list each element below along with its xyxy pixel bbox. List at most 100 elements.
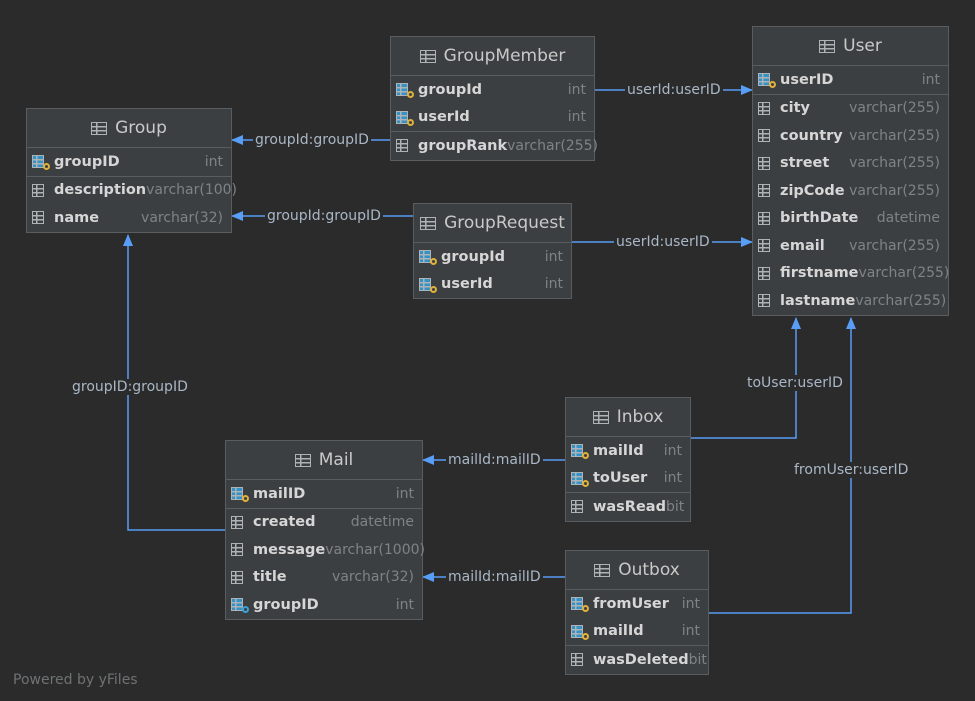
table-title: Group	[115, 118, 167, 138]
field-row-userid[interactable]: userId int	[391, 104, 594, 132]
primary-key-icon	[571, 624, 589, 640]
column-icon	[571, 652, 587, 667]
field-row-name[interactable]: name varchar(32)	[27, 204, 231, 232]
table-header[interactable]: Group	[27, 109, 231, 148]
field-name: country	[780, 127, 843, 144]
column-icon	[231, 570, 247, 585]
field-type: int	[204, 153, 223, 170]
field-row-groupid[interactable]: groupId int	[414, 243, 571, 271]
column-icon	[231, 515, 247, 530]
field-row-street[interactable]: street varchar(255)	[753, 150, 948, 178]
field-row-wasdeleted[interactable]: wasDeleted bit	[566, 646, 708, 674]
field-type: int	[544, 248, 563, 265]
field-row-mailid[interactable]: mailId int	[566, 618, 708, 646]
field-name: name	[54, 209, 100, 226]
field-row-mailid[interactable]: mailID int	[226, 480, 422, 508]
table-user[interactable]: User userID int city varchar(255) country varc…	[752, 26, 949, 316]
field-type: varchar(32)	[332, 569, 414, 586]
field-type: bit	[688, 651, 707, 668]
table-mail[interactable]: Mail mailID int created datetime message varch…	[225, 440, 425, 620]
field-type: varchar(255)	[849, 237, 940, 254]
field-name: groupId	[441, 248, 505, 265]
table-groupmember[interactable]: GroupMember groupId int userId int groupRank v…	[390, 36, 598, 161]
field-row-created[interactable]: created datetime	[226, 509, 422, 537]
field-name: zipCode	[780, 182, 845, 199]
field-row-groupid[interactable]: groupID int	[226, 591, 422, 619]
primary-key-icon	[32, 154, 50, 171]
column-icon	[758, 266, 774, 281]
primary-key-icon	[419, 249, 437, 266]
field-row-email[interactable]: email varchar(255)	[753, 232, 948, 260]
table-header[interactable]: GroupRequest	[414, 204, 571, 243]
table-header[interactable]: Inbox	[566, 398, 690, 437]
field-row-firstname[interactable]: firstname varchar(255)	[753, 260, 949, 288]
primary-key-icon	[396, 82, 414, 99]
field-row-description[interactable]: description varchar(100)	[27, 177, 237, 205]
field-name: message	[253, 541, 326, 558]
primary-key-icon	[396, 110, 414, 126]
field-row-country[interactable]: country varchar(255)	[753, 122, 948, 150]
table-outbox[interactable]: Outbox fromUser int mailId int wasDeleted bit	[565, 550, 709, 675]
table-grouprequest[interactable]: GroupRequest groupId int userId int	[413, 203, 572, 299]
table-header[interactable]: GroupMember	[391, 37, 594, 76]
foreign-key-icon	[231, 597, 249, 614]
table-title: GroupRequest	[444, 213, 565, 233]
field-row-mailid[interactable]: mailId int	[566, 437, 690, 465]
field-type: int	[567, 109, 586, 126]
table-title: Mail	[318, 450, 354, 470]
field-row-city[interactable]: city varchar(255)	[753, 95, 948, 123]
table-header[interactable]: Mail	[226, 441, 422, 480]
field-name: fromUser	[593, 595, 669, 612]
field-type: varchar(255)	[849, 182, 940, 199]
field-name: groupID	[253, 596, 319, 613]
edge-label-outbox-user: fromUser:userID	[792, 462, 911, 478]
field-row-userid[interactable]: userId int	[414, 271, 571, 299]
table-header[interactable]: User	[753, 27, 948, 66]
field-name: title	[253, 569, 287, 586]
primary-key-icon	[231, 486, 249, 503]
field-row-wasread[interactable]: wasRead bit	[566, 493, 690, 521]
field-name: lastname	[780, 292, 856, 309]
table-title: User	[843, 36, 882, 56]
edge-label-mail-group: groupID:groupID	[70, 379, 190, 395]
field-row-userid[interactable]: userID int	[753, 66, 948, 94]
field-type: datetime	[350, 514, 414, 531]
field-row-fromuser[interactable]: fromUser int	[566, 590, 708, 618]
field-row-touser[interactable]: toUser int	[566, 465, 690, 493]
column-icon	[758, 293, 774, 308]
field-row-title[interactable]: title varchar(32)	[226, 564, 422, 592]
field-row-grouprank[interactable]: groupRank varchar(255)	[391, 132, 598, 160]
column-icon	[571, 499, 587, 514]
field-row-groupid[interactable]: groupId int	[391, 76, 594, 104]
field-type: varchar(255)	[849, 127, 940, 144]
field-name: mailID	[253, 485, 306, 502]
field-name: street	[780, 155, 830, 172]
column-icon	[758, 101, 774, 116]
column-icon	[231, 542, 247, 557]
field-row-birthdate[interactable]: birthDate datetime	[753, 205, 948, 233]
field-type: varchar(100)	[146, 182, 238, 199]
field-type: varchar(255)	[849, 100, 940, 117]
edge-label-groupmember-group: groupId:groupID	[253, 132, 371, 148]
field-row-message[interactable]: message varchar(1000)	[226, 536, 425, 564]
powered-by-footer: Powered by yFiles	[13, 672, 138, 688]
field-row-zipcode[interactable]: zipCode varchar(255)	[753, 177, 948, 205]
field-type: varchar(1000)	[325, 541, 425, 558]
field-name: wasDeleted	[593, 651, 689, 668]
field-row-lastname[interactable]: lastname varchar(255)	[753, 287, 948, 315]
table-icon	[419, 49, 436, 63]
column-icon	[758, 211, 774, 226]
table-icon	[594, 563, 611, 577]
primary-key-icon	[571, 443, 589, 460]
primary-key-icon	[419, 277, 437, 293]
field-name: toUser	[593, 470, 648, 487]
table-inbox[interactable]: Inbox mailId int toUser int wasRead bit	[565, 397, 691, 522]
column-icon	[758, 238, 774, 253]
table-header[interactable]: Outbox	[566, 551, 708, 590]
table-title: GroupMember	[443, 46, 566, 66]
field-name: wasRead	[593, 498, 666, 515]
field-row-groupid[interactable]: groupID int	[27, 148, 231, 176]
field-name: groupRank	[418, 137, 508, 154]
table-title: Inbox	[616, 407, 664, 427]
table-group[interactable]: Group groupID int description varchar(100) na…	[26, 108, 237, 233]
